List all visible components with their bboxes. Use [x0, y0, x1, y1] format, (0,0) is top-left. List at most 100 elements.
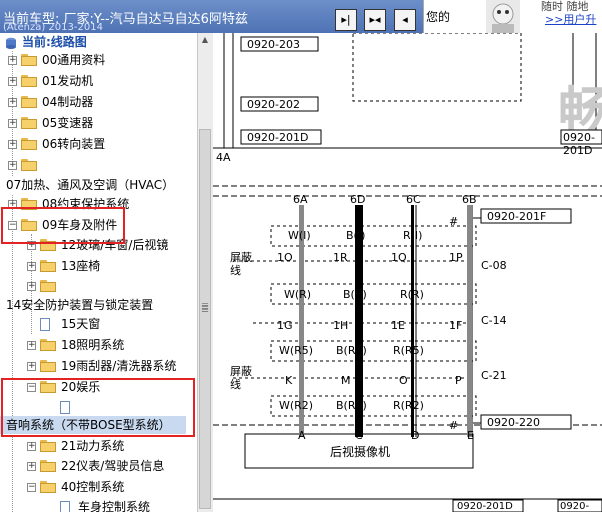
wiring-diagram[interactable]: 畅 0920-203 0920-202 0920-201D 0920-201D … — [213, 33, 602, 512]
expand-icon[interactable]: + — [8, 119, 17, 128]
upgrade-link[interactable]: >>用户升 — [545, 11, 596, 27]
tree-item-open[interactable]: − 40控制系统 — [0, 478, 197, 496]
pin-label: C — [355, 429, 363, 442]
tree-item-label: 22仪表/驾驶员信息 — [61, 459, 165, 473]
wire-label: W(R2) — [279, 399, 314, 412]
ref-label: 0920-201D — [457, 501, 513, 512]
tree-item[interactable]: + 00通用资料 — [0, 51, 197, 69]
fit-page-button[interactable]: ▸◂ — [364, 9, 386, 31]
expand-icon[interactable]: + — [27, 262, 36, 271]
connector-id: C-08 — [481, 259, 507, 272]
folder-icon — [40, 440, 56, 452]
folder-icon — [21, 54, 37, 66]
connector-pin: P — [455, 374, 462, 387]
ref-label: 0920-201D — [247, 131, 309, 144]
wire-label: B(R2) — [336, 399, 367, 412]
tree-item[interactable]: + 18照明系统 — [0, 336, 197, 354]
tree-item[interactable]: + 05变速器 — [0, 114, 197, 132]
connector-id: C-14 — [481, 314, 507, 327]
connector-pin: 1O — [277, 251, 293, 264]
expand-icon[interactable]: + — [27, 362, 36, 371]
expand-icon[interactable]: + — [8, 140, 17, 149]
prev-page-button[interactable]: ◂ — [394, 9, 416, 31]
tree-item-label: 21动力系统 — [61, 439, 125, 453]
tree-item[interactable]: 车身控制系统 — [0, 498, 197, 512]
tree-item-label: 06转向装置 — [42, 137, 106, 151]
connector-pin: O — [399, 374, 408, 387]
folder-icon — [21, 117, 37, 129]
hint-text: 您的 — [426, 10, 451, 24]
next-page-button[interactable]: ▸| — [335, 9, 357, 31]
connector-pin: 1Q — [391, 251, 407, 264]
tree-item-label: 车身控制系统 — [78, 500, 151, 512]
ref-label: 0920-220 — [487, 416, 540, 429]
tree-item-label: 01发动机 — [42, 74, 94, 88]
mascot-icon — [486, 0, 520, 33]
pin-label: E — [467, 429, 474, 442]
ref-label: 0920-201D — [563, 131, 595, 157]
tree-item[interactable]: 15天窗 — [0, 315, 197, 333]
folder-icon — [40, 460, 56, 472]
tree-item-label: 13座椅 — [61, 259, 101, 273]
connector-id: C-21 — [481, 369, 507, 382]
tree-item-label: 40控制系统 — [61, 480, 125, 494]
scrollbar-thumb[interactable] — [199, 129, 211, 509]
wire-label: R(R) — [400, 288, 424, 301]
tree-item[interactable]: + — [0, 156, 197, 174]
expand-icon[interactable]: + — [8, 98, 17, 107]
wire-label: W(R) — [284, 288, 312, 301]
folder-icon — [40, 360, 56, 372]
tree-item[interactable]: 14安全防护装置与锁定装置 — [0, 296, 197, 314]
folder-icon — [21, 96, 37, 108]
highlight-box — [1, 378, 195, 437]
shield-label: 屏蔽 线 — [230, 251, 252, 277]
wire-label: W(I) — [288, 229, 311, 242]
folder-icon — [21, 75, 37, 87]
pin-label: D — [411, 429, 420, 442]
shield-label: 屏蔽 线 — [230, 365, 252, 391]
expand-icon[interactable]: + — [27, 462, 36, 471]
expand-icon[interactable]: + — [27, 442, 36, 451]
folder-icon — [21, 138, 37, 150]
tree-item[interactable]: + 22仪表/驾驶员信息 — [0, 457, 197, 475]
expand-icon[interactable]: + — [8, 77, 17, 86]
document-icon — [40, 318, 50, 331]
tree-item[interactable]: + 04制动器 — [0, 93, 197, 111]
folder-icon — [40, 260, 56, 272]
expand-icon[interactable]: + — [8, 56, 17, 65]
pin-label: 6D — [350, 193, 366, 206]
pin-label: A — [298, 429, 306, 442]
tree-item[interactable]: + 13座椅 — [0, 257, 197, 275]
hash-mark: # — [449, 419, 459, 432]
tree-root[interactable]: 当前:线路图 — [0, 33, 197, 51]
tree-item-label: 00通用资料 — [42, 53, 106, 67]
tree-item[interactable]: 07加热、通风及空调（HVAC） — [0, 176, 197, 194]
tree-item-label: 05变速器 — [42, 116, 94, 130]
grip-icon: ═ ═ ═ — [202, 300, 209, 317]
expand-icon[interactable]: + — [27, 341, 36, 350]
connector-pin: K — [285, 374, 293, 387]
tree-item[interactable]: + 06转向装置 — [0, 135, 197, 153]
tree-item-label: 19雨刮器/清洗器系统 — [61, 359, 177, 373]
tree-item[interactable]: + 19雨刮器/清洗器系统 — [0, 357, 197, 375]
connector-pin: 1R — [333, 251, 348, 264]
expand-icon[interactable]: + — [8, 161, 17, 170]
open-folder-icon — [40, 481, 56, 493]
wire-label: B(I) — [346, 229, 366, 242]
document-icon — [60, 501, 70, 512]
device-label: 后视摄像机 — [330, 445, 391, 459]
tree-item[interactable]: + 21动力系统 — [0, 437, 197, 455]
collapse-icon[interactable]: − — [27, 483, 36, 492]
ref-label: 0920-201D — [560, 501, 590, 512]
expand-icon[interactable]: + — [27, 282, 36, 291]
vehicle-subtitle: (Atenza) 2013-2014 — [3, 22, 103, 33]
tree-item[interactable]: + — [0, 277, 197, 295]
pin-label: 6A — [293, 193, 308, 206]
connector-pin: 1E — [391, 319, 405, 332]
tree-item[interactable]: + 01发动机 — [0, 72, 197, 90]
connector-pin: 1P — [449, 251, 463, 264]
tree-item-label: 04制动器 — [42, 95, 94, 109]
scroll-up-icon[interactable]: ▲ — [199, 35, 211, 47]
current-path-label: 当前:线路图 — [22, 35, 87, 49]
wire-label: R(R5) — [393, 344, 424, 357]
